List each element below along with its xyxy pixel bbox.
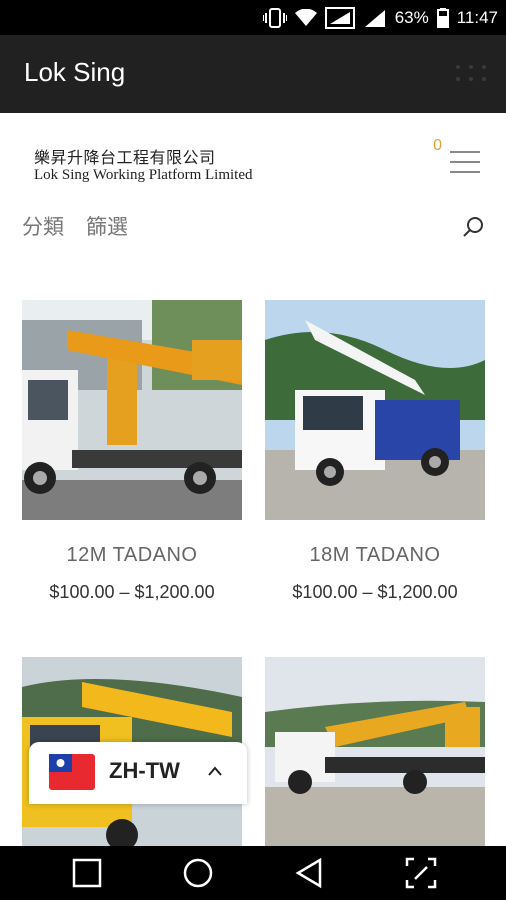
search-icon[interactable] xyxy=(462,216,484,238)
filter-bar: 分類 篩選 xyxy=(0,203,506,253)
product-card[interactable] xyxy=(265,657,485,846)
logo-chinese[interactable]: 樂昇升降台工程有限公司 xyxy=(34,144,216,168)
status-bar: 63% 11:47 xyxy=(0,0,506,35)
product-image[interactable] xyxy=(265,657,485,846)
battery-percent: 63% xyxy=(394,7,429,27)
product-price: $100.00 – $1,200.00 xyxy=(49,582,215,602)
recents-icon[interactable] xyxy=(70,856,104,890)
product-image[interactable] xyxy=(22,300,242,520)
product-card[interactable]: 18M TADANO $100.00 – $1,200.00 xyxy=(265,300,485,602)
home-icon[interactable] xyxy=(181,856,215,890)
product-image[interactable] xyxy=(265,300,485,520)
signal-icon xyxy=(324,6,355,29)
screenshot-icon[interactable] xyxy=(404,856,438,890)
product-card[interactable]: 12M TADANO $100.00 – $1,200.00 xyxy=(22,300,242,602)
language-code: ZH-TW xyxy=(109,758,180,783)
category-button[interactable]: 分類 xyxy=(22,211,64,241)
clock: 11:47 xyxy=(456,7,498,27)
app-bar: Lok Sing xyxy=(0,35,506,113)
battery-icon xyxy=(436,7,449,28)
site-header: 樂昇升降台工程有限公司 Lok Sing Working Platform Li… xyxy=(0,113,506,203)
product-name[interactable]: 18M TADANO xyxy=(265,544,485,567)
wifi-icon xyxy=(294,8,317,27)
app-title: Lok Sing xyxy=(24,57,126,87)
logo-english[interactable]: Lok Sing Working Platform Limited xyxy=(34,167,253,184)
signal-icon xyxy=(363,8,387,28)
vibrate-icon xyxy=(262,7,287,28)
chevron-up-icon xyxy=(207,764,223,776)
product-price: $100.00 – $1,200.00 xyxy=(292,582,458,602)
filter-button[interactable]: 篩選 xyxy=(86,211,128,241)
navigation-bar xyxy=(0,846,506,900)
cart-count-badge[interactable]: 0 xyxy=(433,137,442,155)
hamburger-menu-icon[interactable] xyxy=(450,151,480,173)
overflow-menu-icon[interactable] xyxy=(454,63,488,85)
language-selector[interactable]: ZH-TW xyxy=(29,742,247,804)
taiwan-flag-icon xyxy=(49,754,95,790)
back-icon[interactable] xyxy=(292,856,326,890)
product-name[interactable]: 12M TADANO xyxy=(22,544,242,567)
